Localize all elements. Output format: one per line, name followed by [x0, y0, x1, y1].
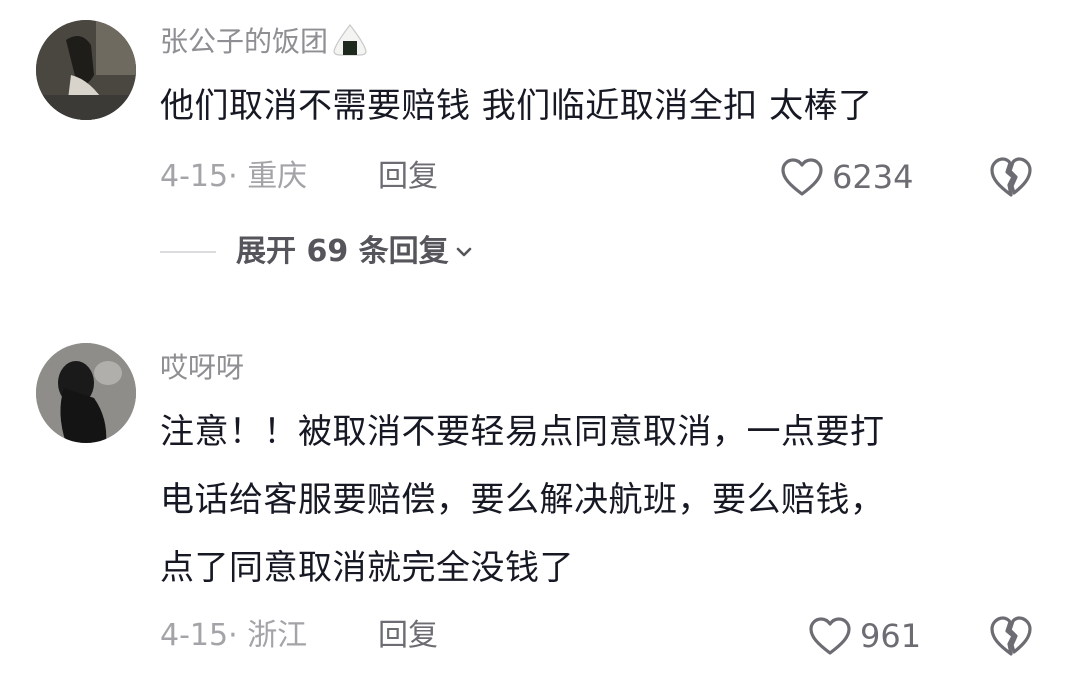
- comment-meta: 4-15· 浙江: [160, 616, 307, 656]
- like-count: 961: [860, 617, 922, 655]
- reply-button[interactable]: 回复: [378, 616, 438, 656]
- like-button[interactable]: 6234: [780, 155, 913, 199]
- comment-username[interactable]: 张公子的饭团: [160, 22, 370, 62]
- like-button[interactable]: 961: [808, 614, 921, 658]
- divider: [160, 251, 216, 253]
- heart-outline-icon: [809, 617, 851, 655]
- comment-date: 4-15: [160, 618, 229, 653]
- heart-outline-icon: [781, 158, 823, 196]
- chevron-down-icon: [456, 247, 471, 257]
- like-count: 6234: [832, 158, 914, 196]
- comment-location: 重庆: [247, 159, 308, 194]
- comment-date: 4-15: [160, 159, 229, 194]
- dislike-button[interactable]: [988, 155, 1034, 199]
- avatar[interactable]: [36, 20, 136, 120]
- avatar[interactable]: [36, 343, 136, 443]
- reply-button[interactable]: 回复: [378, 157, 438, 197]
- meta-separator: ·: [228, 618, 238, 653]
- rice-ball-emoji: [333, 24, 367, 56]
- broken-heart-icon: [990, 157, 1032, 197]
- meta-separator: ·: [228, 159, 238, 194]
- expand-replies-label: 展开 69 条回复: [236, 234, 449, 269]
- comment-text: 他们取消不需要赔钱 我们临近取消全扣 太棒了: [160, 86, 873, 126]
- comment-location: 浙江: [247, 618, 308, 653]
- comment-text: 注意！！被取消不要轻易点同意取消，一点要打 电话给客服要赔偿，要么解决航班，要么…: [160, 412, 885, 588]
- comment-meta: 4-15· 重庆: [160, 157, 307, 197]
- broken-heart-icon: [990, 616, 1032, 656]
- expand-replies-button[interactable]: 展开 69 条回复: [160, 232, 475, 272]
- dislike-button[interactable]: [988, 614, 1034, 658]
- comment-username[interactable]: 哎呀呀: [160, 348, 244, 388]
